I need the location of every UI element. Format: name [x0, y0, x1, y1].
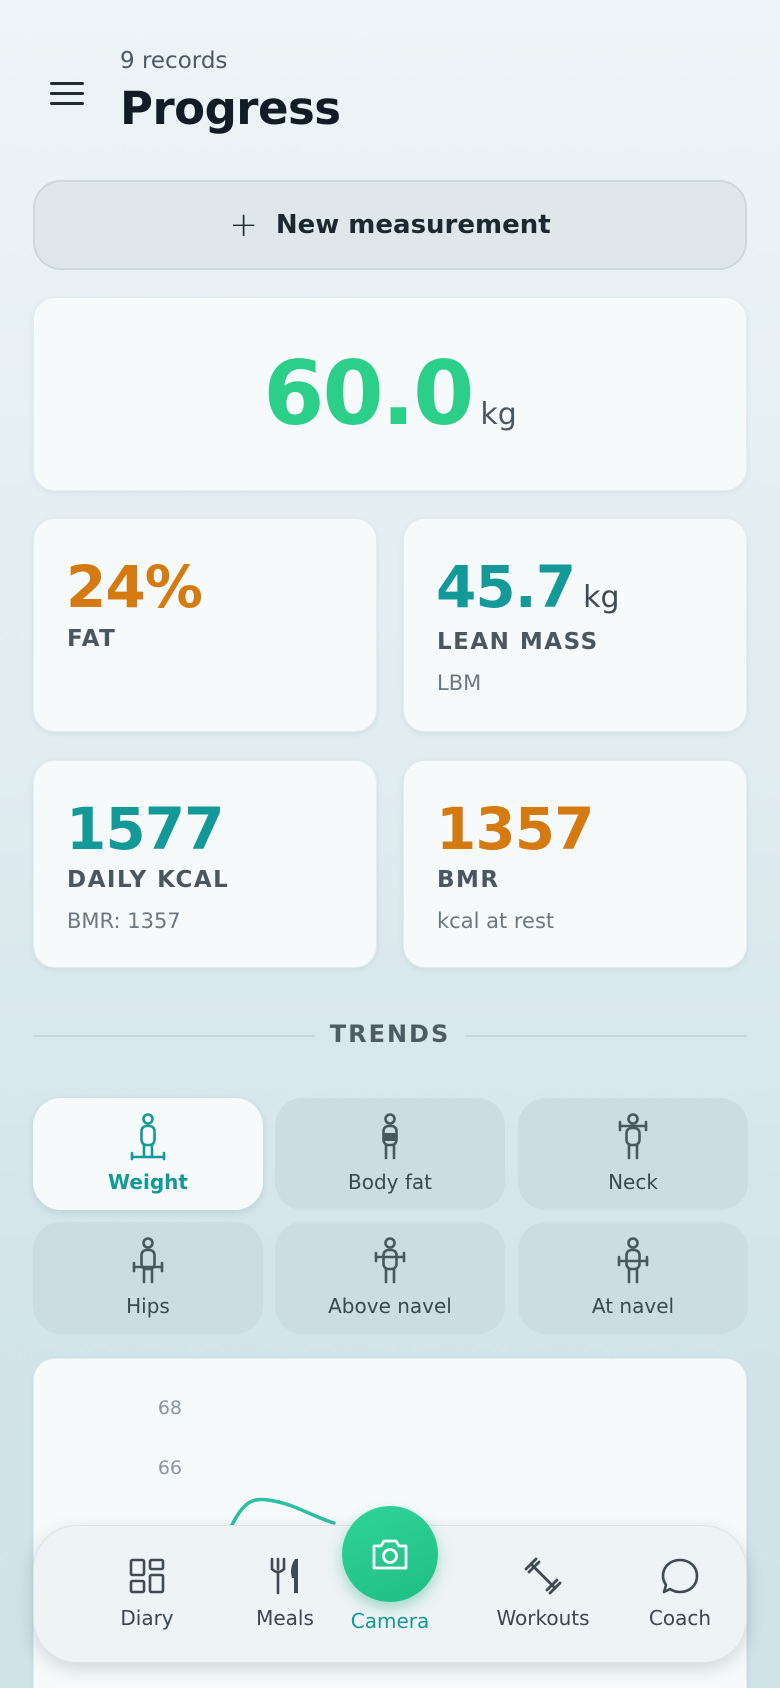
- fat-value: 24%: [66, 553, 203, 621]
- trend-chip-weight[interactable]: Weight: [33, 1098, 263, 1210]
- daily-kcal-sub: BMR: 1357: [67, 909, 181, 933]
- hips-icon: [132, 1237, 164, 1284]
- trend-chip-label: Above navel: [328, 1294, 452, 1318]
- nav-label: Diary: [120, 1606, 174, 1630]
- bmr-label: BMR: [437, 867, 500, 893]
- new-measurement-button[interactable]: + New measurement: [33, 180, 747, 270]
- body-fat-icon: [382, 1113, 398, 1160]
- nav-workouts[interactable]: Workouts: [483, 1556, 603, 1630]
- records-count: 9 records: [120, 48, 228, 74]
- camera-icon: [372, 1539, 408, 1570]
- camera-button[interactable]: [342, 1506, 438, 1602]
- trend-chip-hips[interactable]: Hips: [33, 1222, 263, 1334]
- nav-diary[interactable]: Diary: [87, 1556, 207, 1630]
- trend-chip-neck[interactable]: Neck: [518, 1098, 748, 1210]
- lean-mass-label: LEAN MASS: [437, 629, 599, 655]
- nav-camera-label: Camera: [350, 1609, 430, 1633]
- menu-icon[interactable]: [44, 76, 92, 114]
- header: 9 records Progress: [0, 0, 780, 160]
- daily-kcal-card: 1577 DAILY KCAL BMR: 1357: [33, 760, 377, 968]
- bmr-sub: kcal at rest: [437, 909, 555, 933]
- fat-label: FAT: [67, 626, 117, 652]
- lean-mass-unit: kg: [583, 580, 620, 615]
- nav-coach[interactable]: Coach: [620, 1556, 740, 1630]
- trend-chip-label: At navel: [591, 1294, 675, 1318]
- trend-chip-at-navel[interactable]: At navel: [518, 1222, 748, 1334]
- new-measurement-label: New measurement: [275, 210, 551, 240]
- fork-knife-icon: [270, 1557, 298, 1595]
- trend-chip-label: Hips: [126, 1294, 170, 1318]
- trend-chip-label: Body fat: [348, 1170, 432, 1194]
- trend-chip-body-fat[interactable]: Body fat: [275, 1098, 505, 1210]
- trends-divider: TRENDS: [33, 1018, 747, 1054]
- daily-kcal-value: 1577: [66, 795, 224, 863]
- trends-heading: TRENDS: [329, 1020, 451, 1048]
- weight-card: 60.0 kg: [33, 297, 747, 491]
- nav-label: Coach: [648, 1606, 712, 1630]
- fat-card: 24% FAT: [33, 518, 377, 732]
- scale-person-icon: [130, 1113, 166, 1161]
- nav-label: Workouts: [496, 1606, 590, 1630]
- nav-meals[interactable]: Meals: [225, 1556, 345, 1630]
- trend-chip-above-navel[interactable]: Above navel: [275, 1222, 505, 1334]
- plus-icon: +: [229, 205, 258, 245]
- trend-chip-label: Neck: [608, 1170, 658, 1194]
- daily-kcal-label: DAILY KCAL: [67, 867, 230, 893]
- above-navel-icon: [374, 1237, 406, 1284]
- at-navel-icon: [617, 1237, 649, 1284]
- dashboard-icon: [129, 1558, 165, 1594]
- dumbbell-icon: [524, 1557, 562, 1595]
- weight-unit: kg: [480, 397, 517, 432]
- weight-value: 60.0: [263, 342, 474, 445]
- chat-bubble-icon: [661, 1558, 699, 1594]
- lean-mass-value: 45.7: [436, 553, 576, 621]
- page-title: Progress: [120, 82, 341, 135]
- bmr-value: 1357: [436, 795, 594, 863]
- trend-chip-label: Weight: [108, 1170, 188, 1194]
- neck-icon: [618, 1113, 648, 1160]
- lean-mass-sub: LBM: [437, 671, 482, 695]
- lean-mass-card: 45.7 kg LEAN MASS LBM: [403, 518, 747, 732]
- y-tick: 68: [157, 1397, 182, 1419]
- bmr-card: 1357 BMR kcal at rest: [403, 760, 747, 968]
- nav-label: Meals: [256, 1606, 314, 1630]
